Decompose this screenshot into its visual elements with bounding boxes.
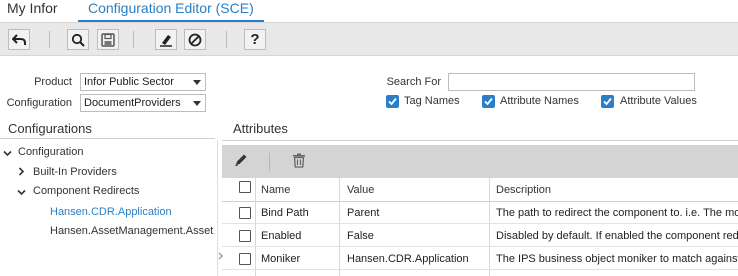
table-row[interactable]: Moniker Hansen.CDR.Application The IPS b… (222, 248, 738, 270)
attributes-divider (222, 140, 738, 141)
attribute-names-label: Attribute Names (500, 95, 579, 107)
cell-description: Disabled by default. If enabled the comp… (496, 230, 738, 242)
row-checkbox[interactable] (239, 230, 251, 242)
attributes-grid-header: Name Value Description (222, 178, 738, 202)
column-header-value[interactable]: Value (347, 184, 374, 196)
trash-icon (293, 153, 305, 168)
configurations-title: Configurations (8, 121, 92, 136)
cell-description: The path to redirect the component to. i… (496, 207, 738, 219)
checkmark-icon (388, 97, 397, 106)
configurations-divider (0, 138, 215, 139)
configuration-label: Configuration (6, 97, 72, 109)
attribute-values-label: Attribute Values (620, 95, 697, 107)
eraser-icon (160, 34, 172, 47)
delete-button[interactable] (292, 153, 306, 171)
save-button[interactable] (97, 29, 119, 50)
search-button[interactable] (67, 29, 89, 50)
cell-name: Moniker (261, 253, 301, 265)
tag-names-label: Tag Names (404, 95, 460, 107)
attribute-names-checkbox[interactable] (482, 95, 495, 108)
toolbar-separator (133, 31, 134, 48)
tab-my-infor[interactable]: My Infor (7, 0, 58, 22)
back-button[interactable] (8, 29, 30, 50)
tree-item-configuration[interactable]: Configuration (18, 146, 83, 158)
help-button[interactable]: ? (244, 29, 266, 50)
cell-value: Hansen.CDR.Application (347, 253, 469, 265)
chevron-right-icon[interactable] (18, 167, 25, 179)
toolbar-separator (269, 153, 270, 171)
attributes-grid-toolbar (222, 145, 738, 178)
cancel-icon (188, 33, 202, 46)
tree-item-built-in-providers[interactable]: Built-In Providers (33, 166, 117, 178)
cell-value: Parent (347, 207, 380, 219)
tag-names-checkbox[interactable] (386, 95, 399, 108)
cancel-button[interactable] (184, 29, 206, 50)
table-row[interactable]: Bind Path Parent The path to redirect th… (222, 202, 738, 224)
chevron-down-icon (193, 80, 201, 85)
save-icon (101, 32, 115, 47)
table-row[interactable]: Enabled False Disabled by default. If en… (222, 225, 738, 247)
checkmark-icon (603, 97, 612, 106)
main-toolbar: ? (0, 22, 738, 56)
tree-item-hansen-cdr-application[interactable]: Hansen.CDR.Application (50, 206, 172, 218)
chevron-down-icon[interactable] (3, 148, 12, 160)
configuration-select[interactable]: DocumentProviders (80, 94, 206, 112)
cell-value: False (347, 230, 374, 242)
row-checkbox[interactable] (239, 253, 251, 265)
cell-name: Bind Path (261, 207, 309, 219)
toolbar-separator (226, 31, 227, 48)
column-header-name[interactable]: Name (261, 184, 290, 196)
checkmark-icon (484, 97, 493, 106)
help-icon: ? (250, 31, 260, 48)
cell-name: Enabled (261, 230, 302, 242)
pencil-icon (235, 154, 247, 167)
select-all-checkbox[interactable] (239, 181, 251, 193)
cell-description: The IPS business object moniker to match… (496, 253, 738, 265)
search-icon (71, 33, 85, 47)
clear-button[interactable] (155, 29, 177, 50)
attribute-values-checkbox[interactable] (601, 95, 614, 108)
attributes-title: Attributes (233, 121, 288, 136)
chevron-down-icon (193, 101, 201, 106)
tree-item-hansen-assetmanagement-asset[interactable]: Hansen.AssetManagement.Asset (50, 225, 213, 237)
tree-item-component-redirects[interactable]: Component Redirects (33, 185, 139, 197)
toolbar-separator (49, 31, 50, 48)
configuration-select-value: DocumentProviders (84, 97, 181, 109)
product-select-value: Infor Public Sector (84, 76, 174, 88)
back-arrow-icon (12, 33, 26, 45)
chevron-down-icon[interactable] (17, 187, 26, 199)
edit-button[interactable] (234, 153, 248, 170)
product-select[interactable]: Infor Public Sector (80, 73, 206, 91)
search-input[interactable] (448, 73, 695, 91)
top-tab-bar: My Infor Configuration Editor (SCE) (0, 0, 738, 22)
tab-configuration-editor[interactable]: Configuration Editor (SCE) (78, 0, 264, 22)
product-label: Product (34, 76, 72, 88)
search-for-label: Search For (386, 76, 441, 88)
row-checkbox[interactable] (239, 207, 251, 219)
column-header-description[interactable]: Description (496, 184, 551, 196)
